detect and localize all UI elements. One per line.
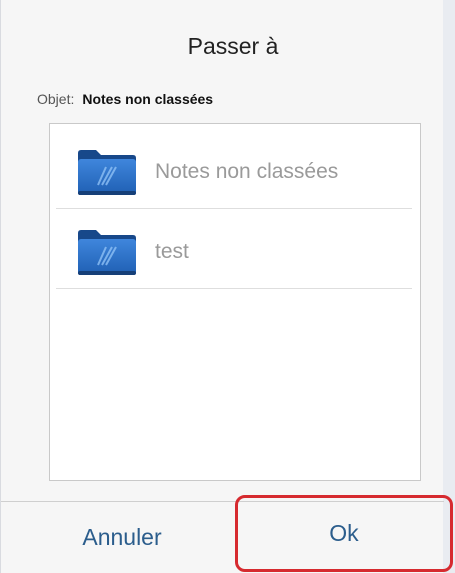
divider [56, 288, 412, 289]
folder-list: Notes non classées test [49, 123, 421, 481]
folder-item-label: Notes non classées [155, 160, 339, 183]
subject-label: Objet: [37, 91, 75, 107]
subject-value: Notes non classées [82, 91, 214, 107]
background-edge [443, 0, 455, 573]
folder-icon [78, 230, 136, 275]
dialog-title: Passer à [187, 33, 279, 59]
folder-item-notes-non-classees[interactable]: Notes non classées [50, 129, 420, 209]
subject-line: Objet: Notes non classées [37, 91, 213, 107]
screen: Passer à Objet: Notes non classées Notes… [0, 0, 455, 573]
folder-item-label: test [155, 240, 189, 263]
folder-item-test[interactable]: test [50, 209, 420, 289]
folder-icon [78, 150, 136, 195]
cancel-button[interactable]: Annuler [1, 502, 243, 573]
ok-button[interactable]: Ok [235, 495, 453, 572]
move-note-dialog: Passer à Objet: Notes non classées Notes… [0, 0, 444, 573]
